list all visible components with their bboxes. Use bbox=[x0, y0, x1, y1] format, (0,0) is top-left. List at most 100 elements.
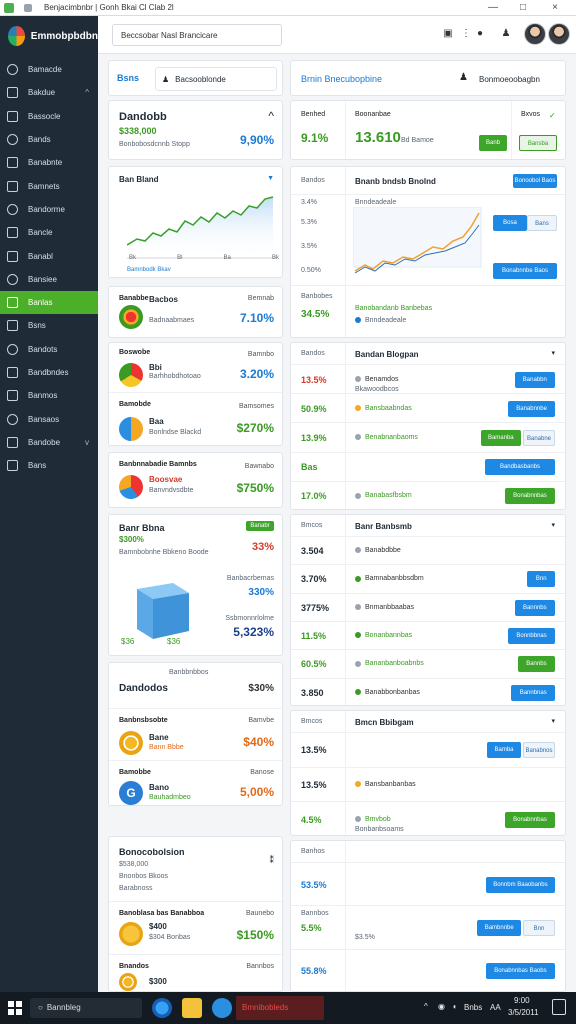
row-secondary-button[interactable]: Banabnos bbox=[523, 742, 555, 759]
table-row[interactable]: 53.5% Bonnbm Baaobanbs bbox=[291, 863, 565, 907]
chevron-icon[interactable]: ▾ bbox=[551, 717, 555, 725]
row-action-button[interactable]: Bnn bbox=[527, 571, 555, 588]
sidebar-item-14[interactable]: Bandbndes bbox=[0, 361, 98, 384]
table-row[interactable]: 4.5% Bmvbob Bonbanbsoams Bonabnnbas bbox=[291, 802, 565, 837]
more-icon[interactable]: ⋮ bbox=[460, 28, 472, 40]
app-icon bbox=[4, 2, 14, 13]
row-secondary-button[interactable]: Banabne bbox=[523, 429, 555, 446]
sidebar-item-9[interactable]: Banabl bbox=[0, 244, 98, 267]
sidebar-item-2[interactable]: Bakdue ^ bbox=[0, 81, 98, 104]
list-item[interactable]: Banbnsbsobte Bane Bann Bbbe Bamvbe $40% bbox=[109, 709, 282, 761]
table-row[interactable]: 3.70% Bamnabanbbsdbm Bnn bbox=[291, 565, 565, 594]
avatar[interactable] bbox=[524, 23, 546, 45]
chevron-icon[interactable]: ▾ bbox=[551, 521, 555, 529]
more-icon[interactable]: ⁑ bbox=[270, 855, 275, 866]
browser-icon[interactable] bbox=[212, 998, 232, 1018]
row-action-button[interactable]: Banabnnbe bbox=[508, 400, 555, 417]
table-row[interactable]: 3775% Bnmanbbaabas Bannnbs bbox=[291, 594, 565, 622]
table-row[interactable]: 55.8% Bonabnnbas Baobs bbox=[291, 950, 565, 993]
row-action-button[interactable]: Bonabnnbas bbox=[505, 811, 555, 828]
windows-icon[interactable] bbox=[8, 1001, 22, 1015]
sidebar-item-18[interactable]: Bans bbox=[0, 454, 98, 477]
minimize-icon[interactable]: — bbox=[482, 0, 504, 16]
sidebar-item-1[interactable]: Bamacde bbox=[0, 58, 98, 81]
maximize-icon[interactable]: □ bbox=[512, 0, 534, 16]
row-action-button[interactable]: Bamba bbox=[487, 742, 521, 759]
taskbar-search[interactable]: ○ Bannbleg bbox=[30, 998, 142, 1018]
row-action-button[interactable]: Bambnnbe bbox=[477, 919, 521, 936]
tab-other[interactable]: ♟ Bacsooblonde bbox=[155, 67, 277, 91]
files-icon[interactable] bbox=[182, 998, 202, 1018]
table-row[interactable]: Bas Bandbasbanbs Banbasbaasb bbox=[291, 453, 565, 486]
sidebar-item-6[interactable]: Bamnets bbox=[0, 174, 98, 197]
table-row[interactable]: 13.5% Bansbanbanbas bbox=[291, 768, 565, 803]
sidebar-item-5[interactable]: Banabnte bbox=[0, 151, 98, 174]
chevron-up-icon[interactable]: ^ bbox=[424, 1002, 428, 1011]
row-action-button[interactable]: Bonabnnbas Baobs bbox=[485, 963, 555, 980]
sidebar-item-4[interactable]: Bands bbox=[0, 128, 98, 151]
list-item[interactable]: Bamobde Baa Bonlndse Blackd Bamsomes $27… bbox=[109, 393, 282, 447]
chart-secondary-button[interactable]: Bonabnnbe Baos bbox=[493, 263, 557, 279]
table-row[interactable]: 3.850 Banabbonbanbas Bannbnas bbox=[291, 679, 565, 707]
chevron-down-icon[interactable]: v bbox=[85, 438, 89, 447]
table-row[interactable]: 11.5% Bonanbannbas Bonnbbnas bbox=[291, 622, 565, 651]
sidebar-item-15[interactable]: Banmos bbox=[0, 384, 98, 407]
row-action-button[interactable]: Bannnbs bbox=[514, 599, 555, 616]
row-secondary-button[interactable]: Bnn bbox=[523, 919, 555, 936]
table-row[interactable]: 13.9% Benabnanbaoms Bamanba Banabne bbox=[291, 423, 565, 453]
taskbar-active-app[interactable]: Bmnibobleds bbox=[236, 996, 324, 1020]
row-action-button[interactable]: Banabbn bbox=[514, 371, 555, 388]
list-item[interactable]: Bamobbe G Bano Bauhadmbeo Banose 5,00% bbox=[109, 761, 282, 807]
sidebar-item-16[interactable]: Bansaos bbox=[0, 407, 98, 430]
sidebar-item-12[interactable]: Bsns bbox=[0, 314, 98, 337]
list-item[interactable]: Banoblasa bas Banabboa $400 $304 Bonbas … bbox=[109, 901, 282, 955]
table-row[interactable]: 17.0% Banabasfbsbm Bonabnnbas bbox=[291, 482, 565, 511]
sidebar-item-11[interactable]: Banlas bbox=[0, 290, 98, 315]
list-item[interactable]: Boswobe Bbi Barhhobdhotoao Bamnbo 3.20% bbox=[109, 343, 282, 393]
table-row[interactable]: 3.504 Banabdbbe bbox=[291, 537, 565, 566]
collapse-icon[interactable]: ^ bbox=[268, 109, 274, 123]
row-action-button[interactable]: Bonnbm Baaobanbs bbox=[485, 876, 555, 893]
calendar-icon[interactable]: ▣ bbox=[442, 28, 454, 40]
sidebar-item-8[interactable]: Bancle bbox=[0, 221, 98, 244]
search-input[interactable]: Beccsobar Nasl Brancicare bbox=[112, 24, 282, 46]
row-action-button[interactable]: Bonabnnbas bbox=[505, 488, 555, 505]
chevron-up-icon[interactable]: ^ bbox=[85, 88, 89, 97]
right-header-user[interactable]: Bonmoeoobagbn bbox=[479, 75, 540, 84]
brand[interactable]: Emmobpbdbn bbox=[0, 16, 98, 56]
table-row[interactable]: 50.9% Bansbaabndas Banabnnbe bbox=[291, 394, 565, 424]
sidebar-item-3[interactable]: Bassocle bbox=[0, 105, 98, 128]
table-row[interactable]: 60.5% Bananbanboabnbs Bannbs bbox=[291, 650, 565, 679]
table-row[interactable]: 13.5% Bamba Banabnos bbox=[291, 733, 565, 768]
chart-toggle-button-2[interactable]: Bans bbox=[527, 215, 557, 231]
chart-toggle-button[interactable]: Bosa bbox=[493, 215, 527, 231]
nav-back-icon[interactable] bbox=[24, 3, 32, 12]
notification-icon[interactable] bbox=[552, 999, 566, 1015]
stat-button-secondary[interactable]: Bansba bbox=[519, 135, 557, 151]
bell-icon[interactable]: ♟ bbox=[500, 28, 512, 40]
list-item[interactable]: Bnandos $300 Bannbos bbox=[109, 955, 282, 993]
network-icon[interactable]: ◉ bbox=[438, 1002, 445, 1011]
chart-action-button[interactable]: Bonoobol Baos bbox=[513, 174, 557, 188]
row-action-button[interactable]: Bandbasbanbs Banbasbaasb bbox=[485, 459, 555, 486]
cube-badge-button[interactable]: Banabr bbox=[246, 521, 274, 531]
row-action-button[interactable]: Bannbs bbox=[517, 656, 555, 673]
row-action-button[interactable]: Bonnbbnas bbox=[508, 628, 555, 645]
edge-icon[interactable] bbox=[152, 998, 172, 1018]
stat-button[interactable]: Banb bbox=[479, 135, 507, 151]
volume-icon[interactable]: ◖ bbox=[452, 1002, 457, 1011]
row-action-button[interactable]: Bamanba bbox=[480, 429, 521, 446]
chevron-down-icon[interactable]: ▼ bbox=[267, 175, 274, 182]
sidebar-item-7[interactable]: Bandorme bbox=[0, 198, 98, 221]
sidebar-item-10[interactable]: Bansiee bbox=[0, 268, 98, 291]
sidebar-item-13[interactable]: Bandots bbox=[0, 338, 98, 361]
avatar-secondary[interactable] bbox=[548, 23, 570, 45]
chevron-icon[interactable]: ▾ bbox=[551, 349, 555, 357]
table-row[interactable]: 5.5% Bannbos $3.5% Bambnnbe Bnn bbox=[291, 906, 565, 950]
tab-active[interactable]: Bsns bbox=[117, 73, 139, 83]
chat-icon[interactable]: ● bbox=[474, 28, 486, 40]
table-row[interactable]: 13.5% Benamdos Bkawoodbcos Banabbn bbox=[291, 365, 565, 395]
close-icon[interactable]: × bbox=[544, 0, 566, 16]
sidebar-item-17[interactable]: Bandobe v bbox=[0, 431, 98, 454]
row-action-button[interactable]: Bannbnas bbox=[511, 684, 555, 701]
